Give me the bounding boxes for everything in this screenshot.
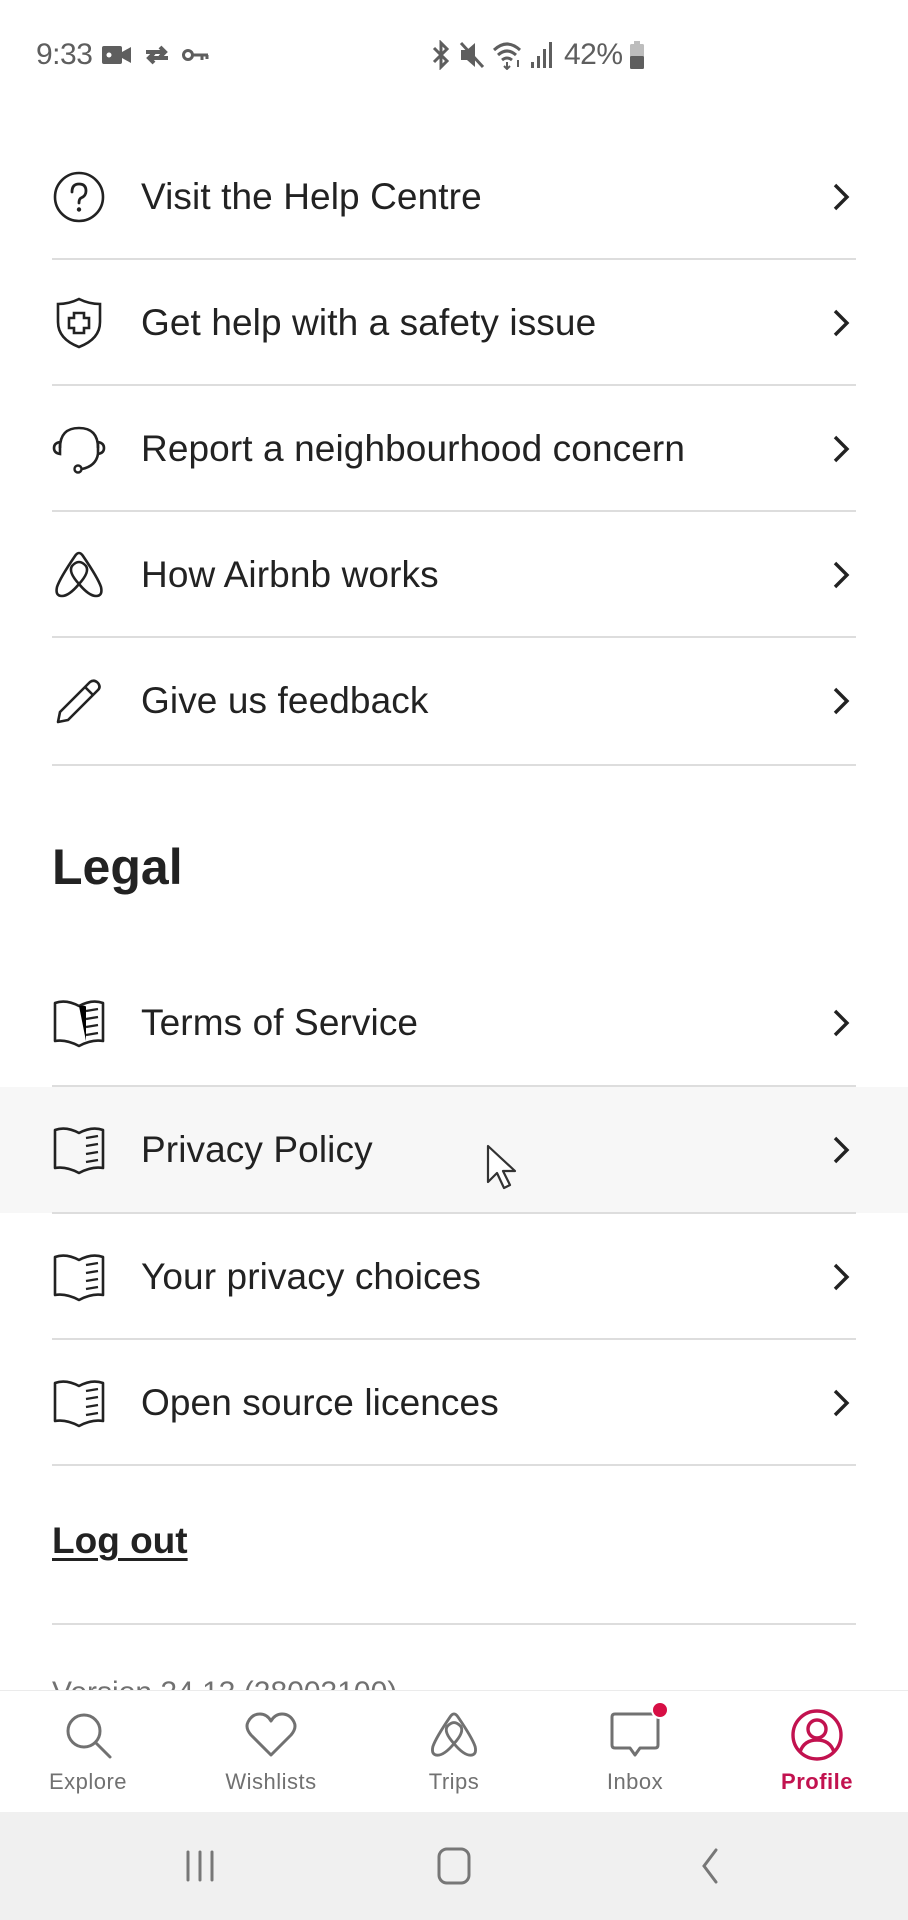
menu-item-label: Open source licences [141, 1382, 499, 1423]
chevron-right-icon [826, 555, 856, 595]
app-version-text: Version 24.13 (28003100) [52, 1676, 397, 1690]
tab-label: Wishlists [225, 1769, 317, 1794]
menu-item-privacy-policy[interactable]: Privacy Policy [0, 1087, 908, 1213]
chevron-right-icon [826, 1257, 856, 1297]
chevron-right-icon [826, 429, 856, 469]
book-icon [50, 1374, 108, 1432]
menu-item-label: Visit the Help Centre [141, 176, 482, 217]
book-icon [50, 994, 108, 1052]
search-icon [60, 1707, 116, 1763]
menu-item-open-source-licences[interactable]: Open source licences [0, 1340, 908, 1466]
pencil-icon [50, 672, 108, 730]
airbnb-logo-icon [426, 1707, 482, 1763]
tab-explore[interactable]: Explore [13, 1691, 163, 1813]
headset-icon [50, 420, 108, 478]
chevron-right-icon [826, 1003, 856, 1043]
tab-profile[interactable]: Profile [742, 1691, 892, 1813]
divider [52, 1623, 856, 1625]
tab-inbox[interactable]: Inbox [560, 1691, 710, 1813]
tab-trips[interactable]: Trips [379, 1691, 529, 1813]
heart-icon [243, 1707, 299, 1763]
menu-item-label: Terms of Service [141, 1002, 419, 1043]
system-nav-bar [0, 1812, 908, 1920]
book-icon [50, 1121, 108, 1179]
chevron-right-icon [826, 1383, 856, 1423]
menu-item-safety-issue[interactable]: Get help with a safety issue [0, 260, 908, 386]
divider [52, 1464, 856, 1466]
logout-link[interactable]: Log out [52, 1520, 188, 1562]
menu-item-how-airbnb-works[interactable]: How Airbnb works [0, 512, 908, 638]
tab-label: Explore [48, 1769, 128, 1794]
book-icon [50, 1248, 108, 1306]
unread-badge [651, 1701, 669, 1719]
menu-item-label: Your privacy choices [141, 1256, 481, 1297]
home-button[interactable] [424, 1838, 484, 1894]
message-icon [607, 1701, 669, 1763]
menu-item-label: Report a neighbourhood concern [141, 428, 685, 469]
help-circle-icon [50, 168, 108, 226]
airbnb-logo-icon [50, 546, 108, 604]
menu-item-give-feedback[interactable]: Give us feedback [0, 638, 908, 764]
legal-section-title: Legal [52, 839, 183, 895]
back-button[interactable] [680, 1838, 740, 1894]
menu-item-neighbourhood-concern[interactable]: Report a neighbourhood concern [0, 386, 908, 512]
home-icon [437, 1847, 471, 1885]
chevron-right-icon [826, 1130, 856, 1170]
profile-icon [789, 1707, 845, 1763]
mouse-cursor-icon [486, 1144, 517, 1190]
back-icon [702, 1848, 718, 1884]
chevron-right-icon [826, 303, 856, 343]
menu-item-label: How Airbnb works [141, 554, 439, 595]
recent-apps-button[interactable] [170, 1838, 230, 1894]
bottom-tab-bar: Explore Wishlists Trips Inbox Profile [0, 1690, 908, 1812]
safety-shield-icon [50, 294, 108, 352]
tab-label: Inbox [606, 1769, 664, 1794]
recent-apps-icon [186, 1850, 214, 1882]
menu-item-label: Give us feedback [141, 680, 429, 721]
chevron-right-icon [826, 177, 856, 217]
chevron-right-icon [826, 681, 856, 721]
menu-item-privacy-choices[interactable]: Your privacy choices [0, 1214, 908, 1340]
menu-item-label: Privacy Policy [141, 1129, 373, 1170]
tab-label: Trips [428, 1769, 480, 1794]
menu-item-terms-of-service[interactable]: Terms of Service [0, 960, 908, 1086]
tab-label: Profile [781, 1769, 853, 1794]
tab-wishlists[interactable]: Wishlists [196, 1691, 346, 1813]
divider [52, 764, 856, 766]
menu-item-label: Get help with a safety issue [141, 302, 597, 343]
menu-item-help-centre[interactable]: Visit the Help Centre [0, 134, 908, 260]
profile-content[interactable]: Visit the Help Centre Get help with a sa… [0, 0, 908, 1690]
